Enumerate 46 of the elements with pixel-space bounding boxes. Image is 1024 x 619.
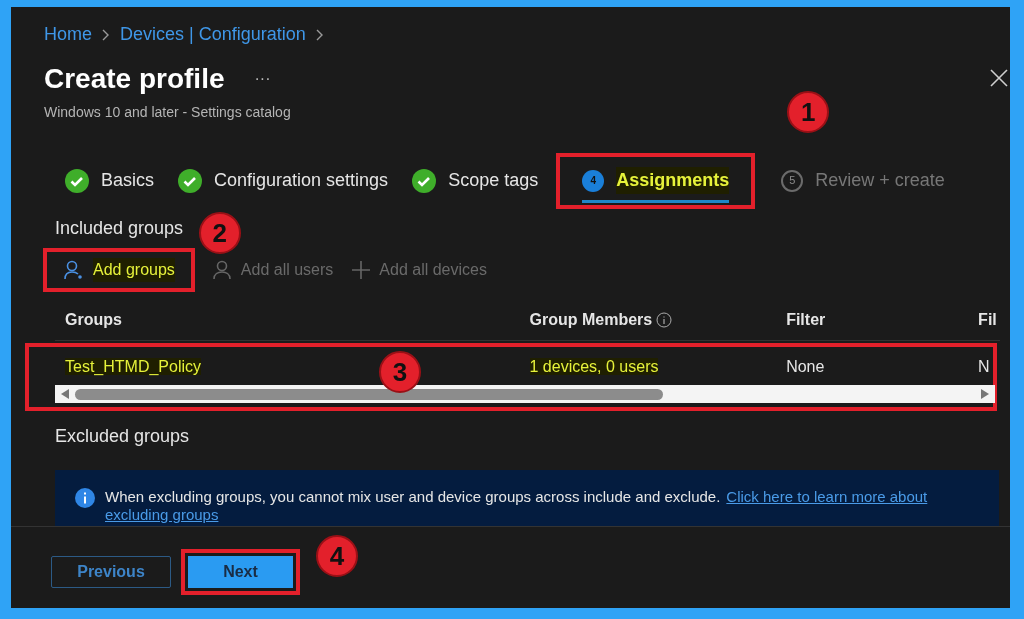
scrollbar-thumb[interactable] [75,388,663,400]
table-cell: Test_HTMD_Policy [65,358,202,375]
more-button[interactable]: ··· [254,67,271,91]
previous-button[interactable]: Previous [51,556,171,588]
chevron-right-icon [102,28,110,41]
page-title: Create profile [44,62,225,96]
info-icon [75,488,95,508]
close-icon[interactable] [990,69,1008,87]
wizard-step-tab[interactable]: Configuration settings [178,159,389,203]
wizard-step-tab[interactable]: Basics [65,159,154,203]
person-add-icon [63,259,85,281]
learn-more-link[interactable]: Click here to learn more about [726,488,928,506]
info-icon [656,312,673,328]
section-heading: Excluded groups [55,425,190,448]
wizard-step-tab[interactable]: 5 Review + create [781,159,945,203]
next-button[interactable]: Next [188,556,293,588]
table-cell: None [786,358,825,375]
scroll-left-icon[interactable] [61,389,69,399]
horizontal-scrollbar[interactable] [55,385,995,403]
wizard-step-tab[interactable]: 4 Assignments [582,159,730,203]
callout-badge: 4 [316,535,358,577]
check-icon [65,168,89,193]
learn-more-link[interactable]: excluding groups [105,506,928,524]
person-icon [210,259,233,281]
step-number-icon: 4 [582,169,605,192]
banner-text: When excluding groups, you cannot mix user and device groups across include and exclude. [105,488,721,506]
section-heading: Included groups [55,217,184,240]
breadcrumb-link[interactable]: Devices | Configuration [120,21,306,48]
column-header: Fil [978,310,997,330]
column-header: Group Members [529,310,653,330]
table-cell: N [978,358,990,375]
callout-badge: 3 [379,351,421,393]
check-icon [412,168,437,193]
check-icon [178,168,202,193]
table-cell: 1 devices, 0 users [529,358,659,375]
plus-icon [351,260,372,280]
breadcrumb-link[interactable]: Home [44,21,92,48]
chevron-right-icon [315,28,324,41]
page-subtitle: Windows 10 and later - Settings catalog [44,103,291,122]
callout-badge: 1 [787,91,830,133]
callout-badge: 2 [198,212,241,254]
scroll-right-icon[interactable] [981,389,989,399]
wizard-step-tab[interactable]: Scope tags [412,159,539,203]
column-header: Filter [786,310,826,330]
step-number-icon: 5 [781,169,804,192]
column-header: Groups [65,310,122,330]
